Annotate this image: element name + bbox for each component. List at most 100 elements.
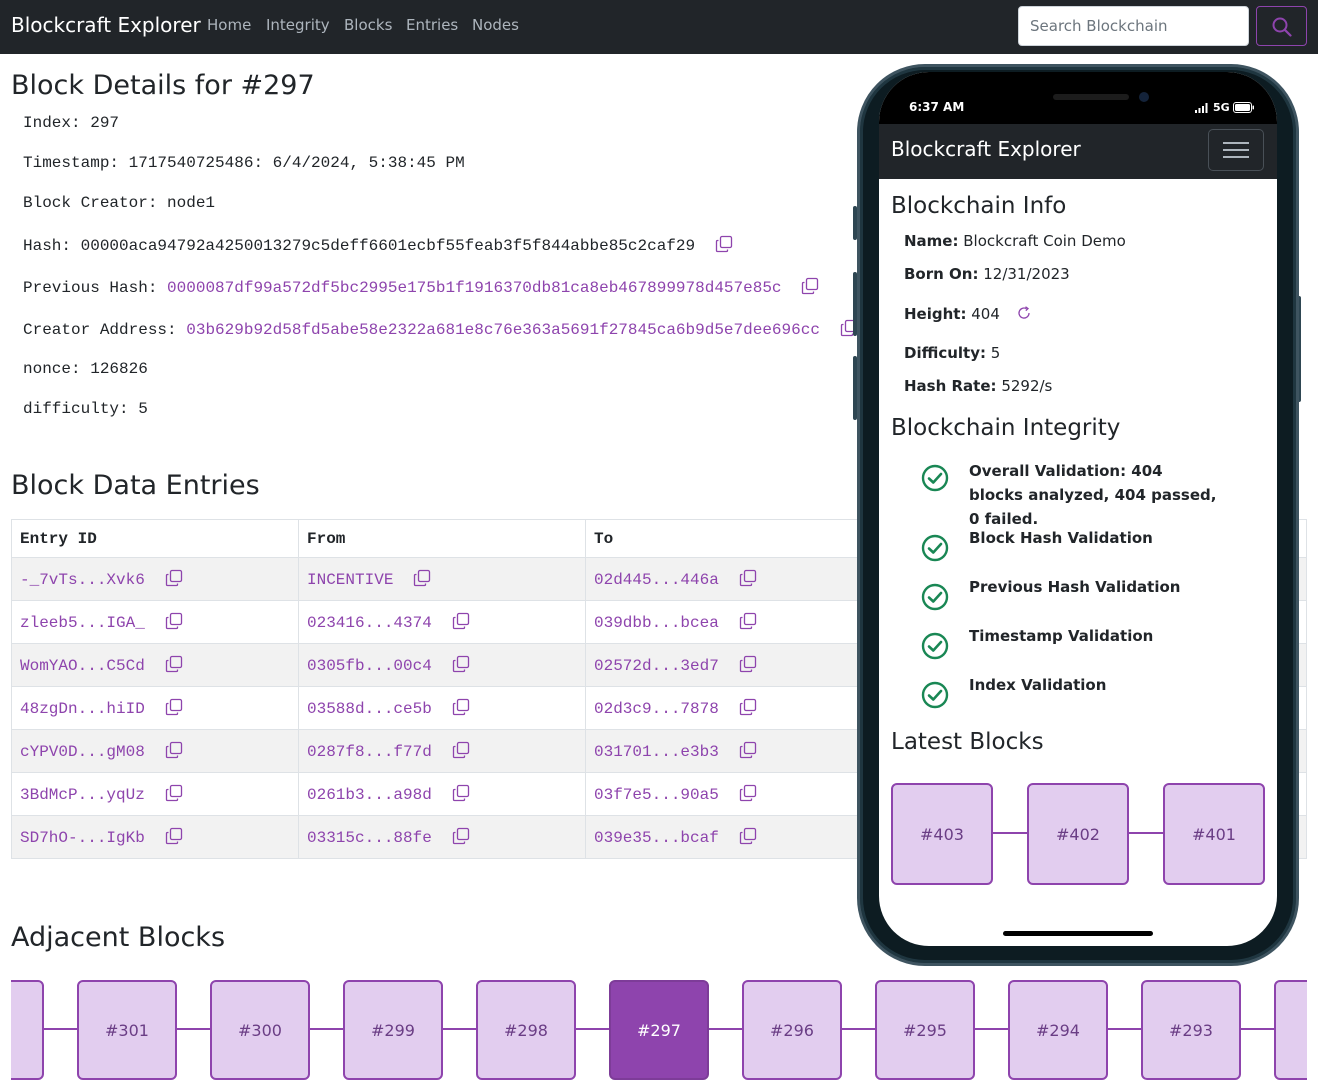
from-link[interactable]: 0305fb...00c4	[307, 657, 432, 675]
block-card[interactable]: #293	[1141, 980, 1241, 1080]
copy-icon[interactable]	[739, 827, 757, 845]
from-link[interactable]: 03588d...ce5b	[307, 700, 432, 718]
nav-blocks[interactable]: Blocks	[344, 16, 392, 34]
copy-icon[interactable]	[739, 569, 757, 587]
block-nonce: nonce: 126826	[23, 360, 148, 378]
menu-toggle-button[interactable]	[1208, 129, 1264, 171]
copy-icon[interactable]	[739, 698, 757, 716]
copy-icon[interactable]	[165, 741, 183, 759]
nav-entries[interactable]: Entries	[406, 16, 458, 34]
to-link[interactable]: 031701...e3b3	[594, 743, 719, 761]
copy-icon[interactable]	[801, 277, 819, 295]
cell-from: 0287f8...f77d	[298, 729, 586, 773]
copy-icon[interactable]	[165, 784, 183, 802]
latest-block-card[interactable]: #401	[1163, 783, 1265, 885]
block-card[interactable]: #301	[77, 980, 177, 1080]
entry-id-link[interactable]: SD7hO-...IgKb	[20, 829, 145, 847]
validation-item: Timestamp Validation	[969, 627, 1154, 645]
cell-entry-id: 3BdMcP...yqUz	[11, 772, 299, 816]
entry-id-link[interactable]: 3BdMcP...yqUz	[20, 786, 145, 804]
copy-icon[interactable]	[739, 784, 757, 802]
copy-icon[interactable]	[739, 612, 757, 630]
entry-id-link[interactable]: 48zgDn...hiID	[20, 700, 145, 718]
prev-hash-link[interactable]: 0000087df99a572df5bc2995e175b1f1916370db…	[167, 279, 782, 297]
phone-brand[interactable]: Blockcraft Explorer	[891, 137, 1081, 161]
block-card-partial[interactable]	[1274, 980, 1307, 1080]
to-link[interactable]: 02d445...446a	[594, 571, 719, 589]
search-icon	[1272, 17, 1292, 37]
validation-item: Previous Hash Validation	[969, 578, 1181, 596]
copy-icon[interactable]	[452, 612, 470, 630]
block-card[interactable]: #295	[875, 980, 975, 1080]
from-link[interactable]: 0287f8...f77d	[307, 743, 432, 761]
block-card-partial[interactable]	[11, 980, 44, 1080]
to-link[interactable]: 03f7e5...90a5	[594, 786, 719, 804]
blockchain-integrity-heading: Blockchain Integrity	[891, 415, 1121, 441]
entry-id-link[interactable]: cYPV0D...gM08	[20, 743, 145, 761]
copy-icon[interactable]	[739, 655, 757, 673]
copy-icon[interactable]	[452, 741, 470, 759]
adjacent-blocks-strip[interactable]: #301 #300 #299 #298 #297 #296 #295 #294 #293	[11, 980, 1307, 1080]
creator-address-link[interactable]: 03b629b92d58fd5abe58e2322a681e8c76e363a5…	[186, 321, 820, 339]
phone-status-bar: 6:37 AM 5G	[879, 72, 1277, 124]
search-input[interactable]	[1018, 6, 1249, 46]
block-card[interactable]: #296	[742, 980, 842, 1080]
nav-home[interactable]: Home	[207, 16, 251, 34]
entry-id-link[interactable]: -_7vTs...Xvk6	[20, 571, 145, 589]
column-entry-id: Entry ID	[11, 519, 299, 558]
copy-icon[interactable]	[452, 784, 470, 802]
check-circle-icon	[921, 464, 949, 492]
block-card[interactable]: #294	[1008, 980, 1108, 1080]
navbar-brand[interactable]: Blockcraft Explorer	[11, 13, 201, 37]
from-link[interactable]: 0261b3...a98d	[307, 786, 432, 804]
to-link[interactable]: 02572d...3ed7	[594, 657, 719, 675]
validation-item: Index Validation	[969, 676, 1107, 694]
block-hash-row: Hash: 00000aca94792a4250013279c5deff6601…	[23, 235, 733, 255]
navbar: Blockcraft Explorer Home Integrity Block…	[0, 0, 1318, 54]
cell-entry-id: SD7hO-...IgKb	[11, 815, 299, 859]
copy-icon[interactable]	[165, 827, 183, 845]
hamburger-icon	[1223, 142, 1249, 144]
copy-icon[interactable]	[165, 569, 183, 587]
check-circle-icon	[921, 632, 949, 660]
cell-from: 023416...4374	[298, 600, 586, 644]
copy-icon[interactable]	[452, 655, 470, 673]
block-card[interactable]: #300	[210, 980, 310, 1080]
cell-from: 0305fb...00c4	[298, 643, 586, 687]
from-link[interactable]: 03315c...88fe	[307, 829, 432, 847]
copy-icon[interactable]	[452, 827, 470, 845]
to-link[interactable]: 039e35...bcaf	[594, 829, 719, 847]
nav-nodes[interactable]: Nodes	[472, 16, 519, 34]
cell-from: INCENTIVE	[298, 557, 586, 601]
block-card-current[interactable]: #297	[609, 980, 709, 1080]
entry-id-link[interactable]: zleeb5...IGA_	[20, 614, 145, 632]
refresh-icon[interactable]	[1017, 306, 1031, 320]
block-card[interactable]: #298	[476, 980, 576, 1080]
phone-navbar: Blockcraft Explorer	[879, 124, 1277, 179]
creator-address-label: Creator Address:	[23, 321, 187, 339]
entry-id-link[interactable]: WomYAO...C5Cd	[20, 657, 145, 675]
cell-entry-id: zleeb5...IGA_	[11, 600, 299, 644]
latest-block-card[interactable]: #402	[1027, 783, 1129, 885]
block-difficulty: difficulty: 5	[23, 400, 148, 418]
from-link[interactable]: INCENTIVE	[307, 571, 393, 589]
from-link[interactable]: 023416...4374	[307, 614, 432, 632]
to-link[interactable]: 039dbb...bcea	[594, 614, 719, 632]
copy-icon[interactable]	[739, 741, 757, 759]
block-creator: Block Creator: node1	[23, 194, 216, 212]
copy-icon[interactable]	[165, 612, 183, 630]
copy-icon[interactable]	[165, 698, 183, 716]
cell-from: 0261b3...a98d	[298, 772, 586, 816]
copy-icon[interactable]	[452, 698, 470, 716]
latest-block-card[interactable]: #403	[891, 783, 993, 885]
search-button[interactable]	[1256, 6, 1307, 46]
copy-icon[interactable]	[165, 655, 183, 673]
to-link[interactable]: 02d3c9...7878	[594, 700, 719, 718]
nav-integrity[interactable]: Integrity	[266, 16, 330, 34]
copy-icon[interactable]	[715, 235, 733, 253]
copy-icon[interactable]	[413, 569, 431, 587]
block-card[interactable]: #299	[343, 980, 443, 1080]
signal-icon	[1195, 103, 1208, 113]
check-circle-icon	[921, 534, 949, 562]
cell-entry-id: cYPV0D...gM08	[11, 729, 299, 773]
